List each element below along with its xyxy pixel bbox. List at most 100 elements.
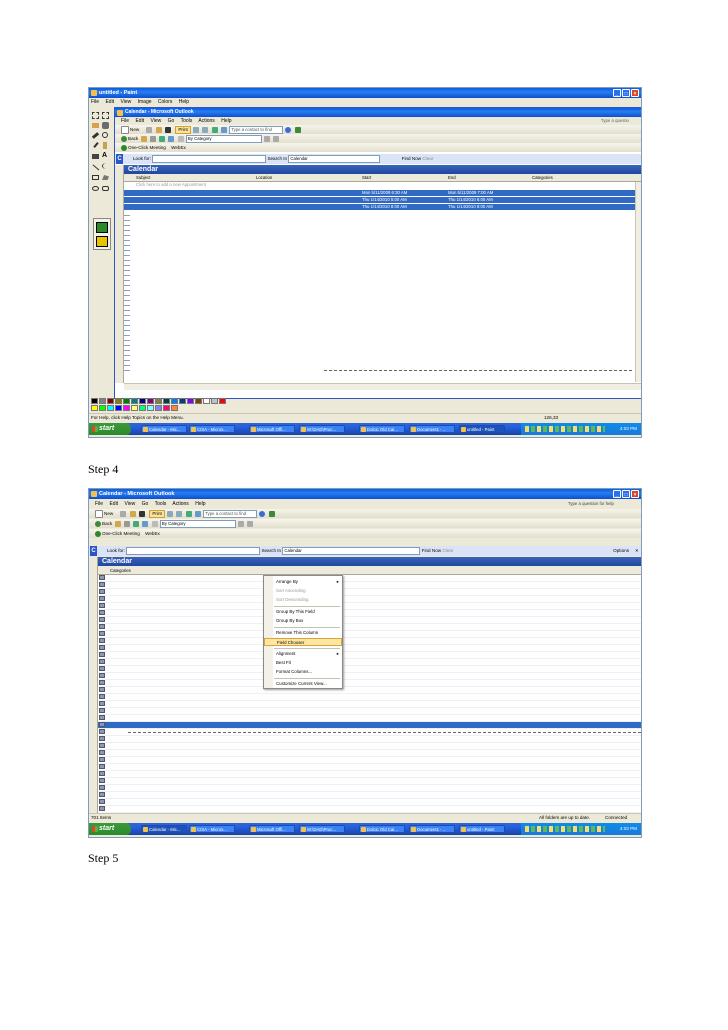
select-tool-icon[interactable] [92,112,99,119]
undo-icon[interactable] [185,510,192,517]
maximize-button[interactable]: □ [622,89,630,97]
table-row[interactable] [98,631,641,638]
menu-view[interactable]: View [124,501,135,507]
taskbar-item[interactable]: CISA - Micros... [189,425,235,433]
rules-icon[interactable] [168,135,175,142]
ellipse-tool-icon[interactable] [92,186,99,191]
color-swatch[interactable] [155,405,162,411]
color-swatch[interactable] [195,398,202,404]
table-row[interactable]: Thu 1/14/2010 8:00 AM Thu 1/14/2010 9:00… [124,204,641,210]
col-start[interactable]: Start [362,174,371,181]
menu-tools[interactable]: Tools [155,501,167,507]
menu-help[interactable]: Help [195,501,205,507]
taskbar-item[interactable]: W:\DAD\Proc... [299,425,345,433]
menu-edit[interactable]: Edit [109,501,118,507]
start-button[interactable]: start [89,823,131,835]
color-swatch[interactable] [171,398,178,404]
context-menu-item[interactable]: Arrange By ▸ [264,578,342,586]
menu-file[interactable]: File [91,99,99,105]
table-row[interactable] [98,687,641,694]
table-row[interactable] [98,764,641,771]
taskbar-item[interactable]: Dolcic Old Cal... [359,425,405,433]
table-row[interactable] [98,617,641,624]
color-swatch[interactable] [171,405,178,411]
calendar-view-icon[interactable] [220,126,227,133]
color-swatch[interactable] [147,405,154,411]
day-view-icon[interactable] [202,126,209,133]
taskbar-item[interactable]: Document1 - ... [409,825,455,833]
help-search-input[interactable]: Type a questio [601,117,637,125]
menu-file[interactable]: File [121,118,129,124]
new-button[interactable]: New [130,127,139,132]
text-tool-icon[interactable]: A [102,152,107,159]
color-swatch[interactable] [155,398,162,404]
airbrush-tool-icon[interactable] [92,154,99,159]
magnifier-tool-icon[interactable] [102,132,108,138]
field-icon[interactable] [273,135,280,142]
horizontal-scrollbar[interactable] [124,383,641,390]
new-button[interactable]: New [104,511,113,516]
context-menu-item[interactable]: Customize Current View... [264,680,342,688]
table-row[interactable] [98,673,641,680]
color-swatch[interactable] [99,398,106,404]
color-swatch[interactable] [131,405,138,411]
search-scope-input[interactable]: Calendar [288,154,381,163]
undo-icon[interactable] [211,126,218,133]
taskbar-item[interactable]: Microsoft Offi... [249,825,295,833]
vertical-scrollbar[interactable] [635,182,641,382]
folder-icon[interactable] [114,520,121,527]
undo-icon[interactable] [133,520,140,527]
menu-image[interactable]: Image [138,99,152,105]
new-item-row[interactable]: Click here to add a new Appointment [124,182,641,188]
taskbar-item[interactable]: W:\DAD\Proc... [299,825,345,833]
color-swatch[interactable] [179,398,186,404]
current-view-select[interactable]: By Category [159,519,236,528]
table-row[interactable] [98,708,641,715]
menu-view[interactable]: View [150,118,161,124]
print-preview-icon[interactable] [123,520,130,527]
minimize-button[interactable]: _ [613,89,621,97]
sync-icon[interactable] [294,126,301,133]
table-row[interactable] [98,715,641,722]
table-row[interactable] [98,575,641,582]
table-row[interactable] [98,743,641,750]
taskbar-item[interactable]: CISA - Micros... [189,825,235,833]
help-search-input[interactable]: Type a question for help [568,500,628,508]
table-row[interactable] [98,722,641,729]
day-view-icon[interactable] [176,510,183,517]
rect-select-tool-icon[interactable] [102,112,109,119]
table-row[interactable] [98,589,641,596]
table-row[interactable] [98,806,641,813]
context-menu-item[interactable]: Group By Box [264,617,342,625]
one-click-meeting-button[interactable]: One-Click Meeting [128,145,166,150]
color-swatch[interactable] [91,405,98,411]
print-button[interactable]: Print [175,125,191,134]
webex-menu[interactable]: WebEx [171,145,186,150]
find-now-button[interactable]: Find Now [422,548,441,553]
minimize-button[interactable]: _ [613,490,621,498]
context-menu-item[interactable]: Field Chooser [264,638,342,646]
table-row[interactable] [98,694,641,701]
color-swatch[interactable] [131,398,138,404]
menu-file[interactable]: File [95,501,103,507]
table-row[interactable] [98,729,641,736]
rectangle-tool-icon[interactable] [92,175,99,180]
col-end[interactable]: End [448,174,456,181]
table-row[interactable] [98,582,641,589]
clear-button[interactable]: Clear [422,156,433,161]
paint-color-palette[interactable] [91,398,231,412]
color-swatch[interactable] [123,405,130,411]
current-view-select[interactable]: By Category [185,134,262,143]
context-menu-item[interactable]: Sort Descending [264,596,342,604]
table-row[interactable] [98,645,641,652]
one-click-meeting-button[interactable]: One-Click Meeting [102,531,140,536]
menu-view[interactable]: View [120,99,131,105]
sync-icon[interactable] [268,510,275,517]
field-icon[interactable] [247,520,254,527]
back-button[interactable]: Back [128,136,138,141]
back-button[interactable]: Back [102,521,112,526]
contact-search-input[interactable]: Type a contact to find [203,509,258,518]
table-row[interactable] [98,799,641,806]
table-row[interactable] [98,778,641,785]
context-menu-item[interactable]: Sort Ascending [264,587,342,595]
